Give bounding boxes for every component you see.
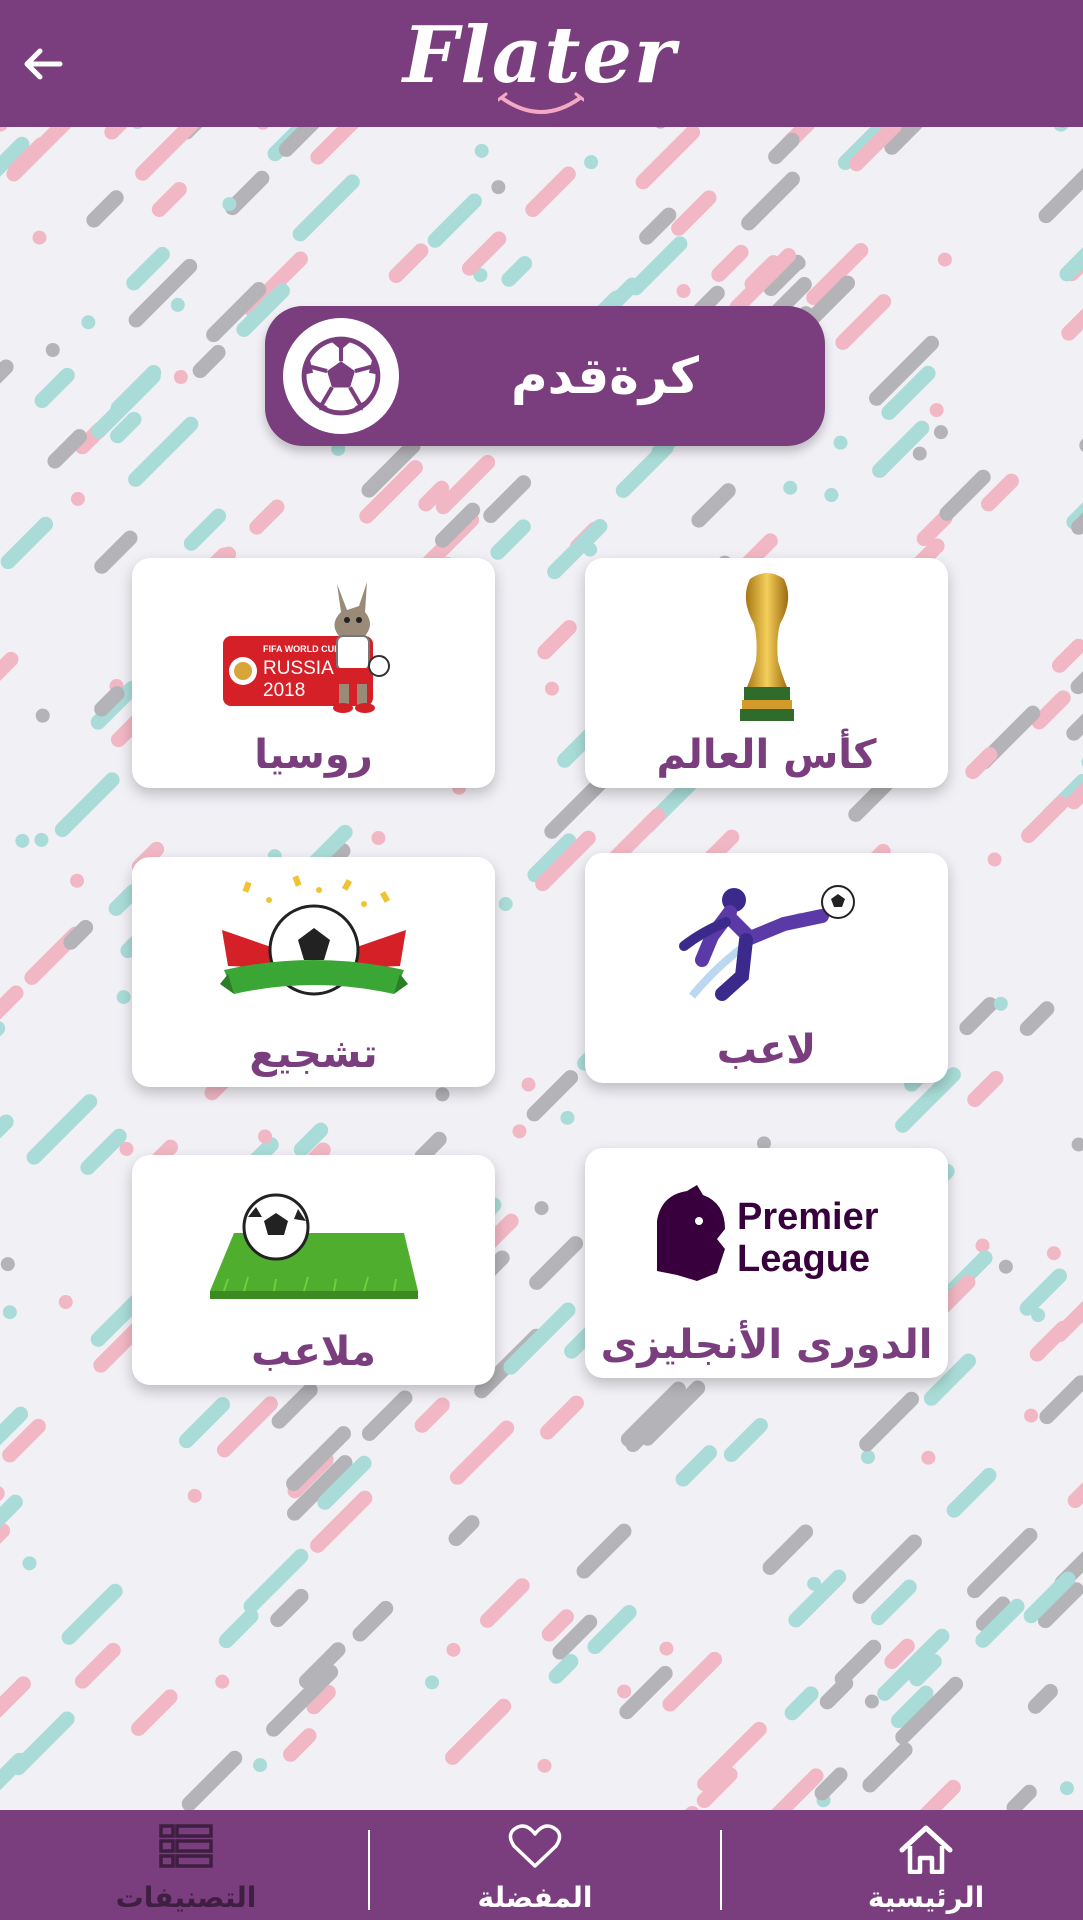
logo-text: Flater (402, 10, 678, 101)
app-header: Flater (0, 0, 1083, 127)
logo-smile-icon (498, 92, 584, 114)
soccer-ball-icon (301, 336, 381, 416)
world-cup-trophy-image (585, 566, 948, 726)
nav-divider (368, 1830, 370, 1910)
card-label: ملاعب (251, 1329, 376, 1375)
card-premier-league[interactable]: Premier League الدورى الأنجليزى (585, 1148, 948, 1378)
nav-home[interactable]: الرئيسية (826, 1810, 1026, 1920)
home-icon (899, 1825, 953, 1874)
nav-label: التصنيفات (115, 1881, 257, 1914)
card-russia[interactable]: FIFA WORLD CUP RUSSIA 2018 روسيا (132, 558, 495, 788)
premier-league-logo-image: Premier League (585, 1156, 948, 1316)
year-text: 2018 (263, 680, 305, 701)
card-player[interactable]: لاعب (585, 853, 948, 1083)
app-logo: Flater (380, 6, 700, 122)
league-text: League (737, 1238, 870, 1280)
heart-icon (508, 1824, 562, 1868)
russia-text: RUSSIA (263, 658, 334, 679)
category-icon-circle (283, 318, 399, 434)
arrow-left-icon (24, 48, 63, 80)
cheering-image (132, 865, 495, 1025)
fifa-world-cup-text: FIFA WORLD CUP (263, 644, 340, 654)
card-stadiums[interactable]: ملاعب (132, 1155, 495, 1385)
category-title: كرةقدم (511, 347, 699, 405)
card-world-cup[interactable]: كأس العالم (585, 558, 948, 788)
card-label: تشجيع (249, 1031, 378, 1077)
fifa-russia-2018-image: FIFA WORLD CUP RUSSIA 2018 (132, 566, 495, 726)
nav-label: الرئيسية (867, 1881, 985, 1914)
ball-on-grass-image (132, 1163, 495, 1323)
back-button[interactable] (14, 36, 70, 92)
card-label: لاعب (716, 1027, 817, 1073)
player-kicking-image (585, 861, 948, 1021)
list-icon (159, 1824, 213, 1868)
card-cheering[interactable]: تشجيع (132, 857, 495, 1087)
bottom-navigation: التصنيفات المفضلة الرئيسية (0, 1810, 1083, 1920)
nav-categories[interactable]: التصنيفات (86, 1810, 286, 1920)
card-label: كأس العالم (656, 732, 877, 778)
nav-label: المفضلة (477, 1881, 593, 1914)
nav-favorites[interactable]: المفضلة (435, 1810, 635, 1920)
category-header: كرةقدم (265, 306, 825, 446)
card-label: الدورى الأنجليزى (600, 1322, 933, 1368)
nav-divider (720, 1830, 722, 1910)
premier-text: Premier (737, 1196, 879, 1238)
card-label: روسيا (254, 732, 373, 778)
